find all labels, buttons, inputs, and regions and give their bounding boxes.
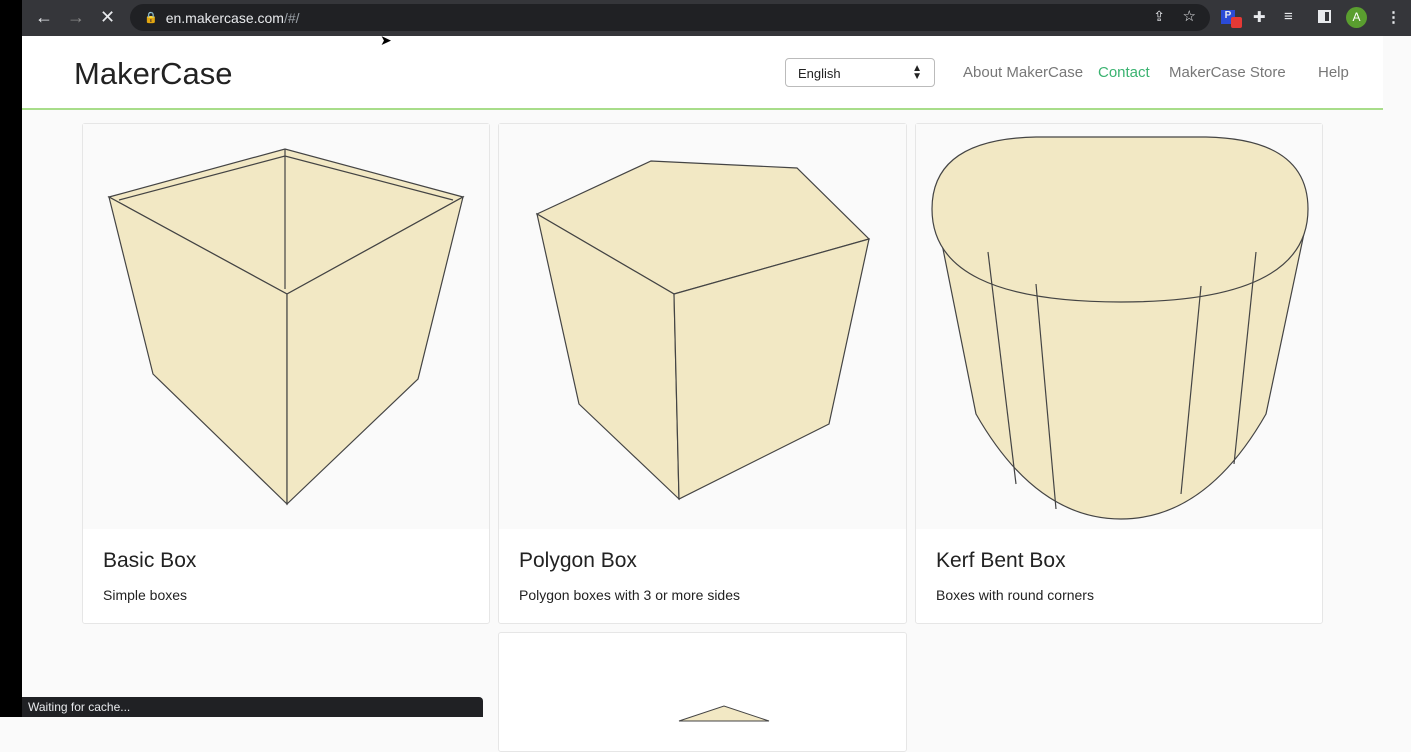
sidepanel-icon[interactable] [1318,10,1331,23]
url-path: /#/ [284,10,300,26]
nav-contact[interactable]: Contact [1098,64,1150,81]
logo[interactable]: MakerCase [74,56,233,92]
card-desc: Polygon boxes with 3 or more sides [519,587,906,603]
language-value: English [798,66,841,81]
card-desc: Simple boxes [103,587,489,603]
address-bar[interactable]: 🔒 en.makercase.com/#/ ⇪ ☆ [130,4,1210,31]
nav-about[interactable]: About MakerCase [963,64,1083,81]
select-arrows-icon: ▲▼ [912,65,922,81]
partial-box-image [499,633,906,723]
puzzle-icon[interactable]: ✚ [1253,8,1266,26]
card-polygon-box[interactable]: Polygon Box Polygon boxes with 3 or more… [498,123,907,624]
site-header: MakerCase English ▲▼ About MakerCase Cont… [22,36,1383,110]
basic-box-image [83,124,489,529]
mouse-cursor-icon: ➤ [380,32,392,49]
menu-icon[interactable]: ⋮ [1386,8,1401,26]
polygon-box-image [499,124,906,529]
card-basic-box[interactable]: Basic Box Simple boxes [82,123,490,624]
card-desc: Boxes with round corners [936,587,1322,603]
kerf-bent-box-image [916,124,1322,529]
card-kerf-bent-box[interactable]: Kerf Bent Box Boxes with round corners [915,123,1323,624]
browser-toolbar: ← → ✕ 🔒 en.makercase.com/#/ ⇪ ☆ P ✚ ≡ A … [0,0,1411,36]
nav-store[interactable]: MakerCase Store [1169,64,1286,81]
card-partial[interactable] [498,632,907,752]
url-host: en.makercase.com [166,10,284,26]
forward-icon[interactable]: → [67,7,85,28]
language-select[interactable]: English ▲▼ [785,58,935,87]
avatar[interactable]: A [1346,7,1367,28]
card-title: Basic Box [103,549,489,573]
page: MakerCase English ▲▼ About MakerCase Cont… [22,36,1383,717]
bookmark-star-icon[interactable]: ☆ [1183,7,1196,25]
card-title: Kerf Bent Box [936,549,1322,573]
status-bar: Waiting for cache... [22,697,483,717]
extension-badge [1231,17,1242,28]
left-edge [0,0,22,717]
share-icon[interactable]: ⇪ [1153,8,1165,25]
stop-icon[interactable]: ✕ [100,7,115,28]
nav-help[interactable]: Help [1318,64,1349,81]
media-icon[interactable]: ≡ [1284,8,1293,25]
back-icon[interactable]: ← [35,7,53,28]
lock-icon: 🔒 [144,11,158,24]
card-title: Polygon Box [519,549,906,573]
